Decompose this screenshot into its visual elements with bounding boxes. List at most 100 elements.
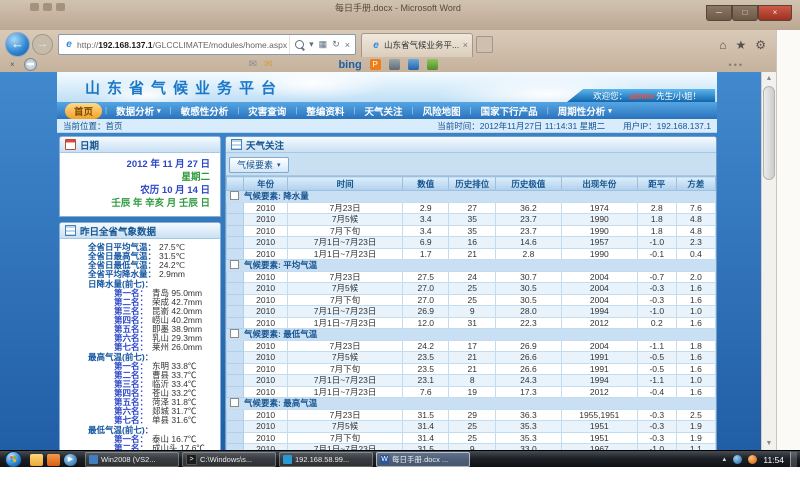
toolbar-share-icon[interactable]	[427, 59, 438, 70]
table-row: 20107月23日31.52936.31955,1951-0.32.5	[227, 409, 716, 421]
toolbar-mail-icons: ✉ ✉	[249, 59, 273, 70]
nav-item-3[interactable]: 灾害查询	[239, 103, 295, 119]
notification-tray-icon[interactable]	[748, 455, 757, 464]
browser-tab[interactable]: e 山东省气候业务平... ×	[361, 33, 473, 57]
table-cell: 7月23日	[288, 340, 403, 352]
qat-icon[interactable]	[56, 3, 65, 11]
scrollbar-thumb[interactable]	[763, 86, 775, 180]
toolbar-plugin-icon[interactable]	[408, 59, 419, 70]
table-cell: 0.4	[676, 248, 715, 260]
nav-item-4[interactable]: 整编资料	[297, 103, 353, 119]
app-icon[interactable]	[47, 454, 60, 466]
scroll-down-arrow-icon[interactable]: ▼	[762, 437, 776, 450]
group-header-row[interactable]: 气候要素: 最低气温	[227, 329, 716, 341]
table-cell: 4.8	[676, 225, 715, 237]
table-cell: 2010	[244, 237, 288, 249]
settings-gear-icon[interactable]: ⚙	[755, 38, 766, 52]
qat-icon[interactable]	[30, 3, 39, 11]
minimize-button[interactable]: ─	[706, 5, 732, 21]
table-row: 20107月23日27.52430.72004-0.72.0	[227, 271, 716, 283]
table-cell: 2010	[244, 432, 288, 444]
close-button[interactable]: ×	[758, 5, 792, 21]
tab-close-icon[interactable]: ×	[463, 40, 468, 50]
chevron-down-icon[interactable]: ▾	[309, 39, 314, 50]
nav-item-5[interactable]: 天气关注	[355, 103, 411, 119]
table-cell: 24.3	[495, 375, 561, 387]
ie-favicon: e	[63, 39, 75, 50]
envelope-icon[interactable]: ✉	[249, 59, 257, 70]
group-checkbox[interactable]	[230, 260, 239, 269]
table-cell: -1.1	[637, 340, 676, 352]
group-checkbox[interactable]	[230, 398, 239, 407]
new-tab-button[interactable]	[476, 36, 493, 53]
toolbar-close-icon[interactable]: ×	[10, 60, 15, 69]
group-header-row[interactable]: 气候要素: 降水量	[227, 191, 716, 203]
nav-item-1[interactable]: 数据分析▾	[107, 103, 170, 119]
table-cell: 2010	[244, 214, 288, 226]
toolbar-app-icon[interactable]: P	[370, 59, 381, 70]
rank-lists: 日降水量(前七)：第一名：青岛 95.0mm第二名：荣成 42.7mm第三名：昆…	[60, 280, 218, 450]
show-desktop-button[interactable]	[790, 452, 797, 467]
compatibility-view-icon[interactable]: ▦	[319, 39, 328, 50]
table-row: 20107月5候3.43523.719901.84.8	[227, 214, 716, 226]
refresh-icon[interactable]: ↻	[332, 39, 340, 50]
table-cell: 1951	[561, 421, 637, 433]
network-tray-icon[interactable]	[733, 455, 742, 464]
group-checkbox[interactable]	[230, 329, 239, 338]
chevron-down-icon: ▾	[157, 107, 161, 115]
qat-icon[interactable]	[43, 3, 52, 11]
browser-forward-button[interactable]: →	[32, 34, 53, 55]
start-button[interactable]	[5, 451, 22, 468]
nav-item-8[interactable]: 周期性分析▾	[549, 103, 621, 119]
rank-item: 第七名：单县 31.6℃	[60, 416, 218, 425]
envelope-icon[interactable]: ✉	[264, 59, 272, 70]
stop-icon[interactable]: ×	[345, 40, 350, 50]
addon-icon[interactable]	[24, 58, 37, 71]
nav-item-0[interactable]: 首页	[65, 103, 102, 119]
table-cell: 7月5候	[288, 283, 403, 295]
taskbar-button[interactable]: >C:\Windows\s...	[182, 452, 276, 467]
nav-item-2[interactable]: 敏感性分析	[172, 103, 238, 119]
nav-item-label: 天气关注	[364, 104, 402, 118]
table-row: 20107月下旬3.43523.719901.84.8	[227, 225, 716, 237]
toolbar-overflow-icon[interactable]: •••	[729, 60, 744, 70]
system-tray: ▲ 11:54	[721, 452, 797, 467]
maximize-button[interactable]: □	[732, 5, 758, 21]
group-checkbox[interactable]	[230, 191, 239, 200]
row-gutter-cell	[227, 237, 244, 249]
table-cell: 2004	[561, 271, 637, 283]
home-icon[interactable]: ⌂	[719, 38, 726, 52]
scroll-up-arrow-icon[interactable]: ▲	[762, 72, 776, 85]
taskbar-button[interactable]: 192.168.58.99...	[279, 452, 373, 467]
address-bar[interactable]: e http://192.168.137.1/GLCCLIMATE/module…	[58, 34, 356, 55]
media-player-icon[interactable]: ▶	[64, 454, 77, 466]
search-icon[interactable]	[295, 40, 304, 49]
table-cell: -0.3	[637, 409, 676, 421]
group-header-row[interactable]: 气候要素: 平均气温	[227, 260, 716, 272]
weekday: 星期二	[70, 171, 210, 184]
table-cell: 7月5候	[288, 352, 403, 364]
nav-item-6[interactable]: 风险地图	[414, 103, 470, 119]
nav-item-7[interactable]: 国家下行产品	[472, 103, 547, 119]
table-cell: 30.5	[495, 283, 561, 295]
nav-item-label: 国家下行产品	[481, 104, 538, 118]
table-cell: 7月23日	[288, 409, 403, 421]
explorer-folder-icon[interactable]	[30, 454, 43, 466]
table-cell: 1994	[561, 375, 637, 387]
taskbar-button[interactable]: W每日手册.docx ...	[376, 452, 470, 467]
climate-element-button[interactable]: 气候要素 ▾	[229, 157, 289, 173]
table-cell: 24.2	[403, 340, 449, 352]
taskbar-button[interactable]: Win2008 (VS2...	[85, 452, 179, 467]
summary-panel-header: 昨日全省气象数据	[60, 223, 220, 239]
favorites-star-icon[interactable]: ★	[735, 38, 746, 52]
group-header-row[interactable]: 气候要素: 最高气温	[227, 398, 716, 410]
vertical-scrollbar[interactable]: ▲ ▼	[761, 72, 776, 450]
bing-logo[interactable]: bing	[338, 59, 361, 71]
table-cell: 2010	[244, 421, 288, 433]
table-row: 20107月5候31.42535.31951-0.31.9	[227, 421, 716, 433]
url-host: 192.168.137.1	[98, 40, 152, 50]
clock[interactable]: 11:54	[763, 455, 784, 465]
browser-back-button[interactable]: ←	[5, 32, 30, 57]
hidden-icons-chevron[interactable]: ▲	[721, 457, 727, 463]
camera-icon[interactable]	[389, 59, 400, 70]
